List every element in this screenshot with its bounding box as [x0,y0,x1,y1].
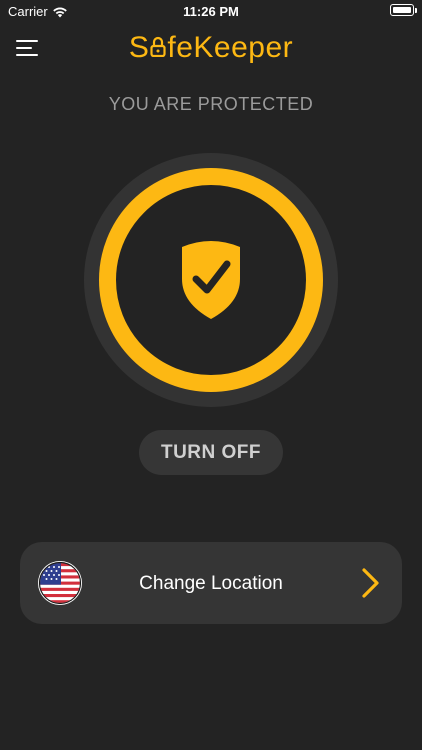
padlock-icon [150,35,166,57]
logo-text-end: feKeeper [167,31,294,64]
change-location-button[interactable]: Change Location [20,542,402,624]
logo-text-start: S [128,31,150,64]
status-time: 11:26 PM [183,4,239,19]
chevron-right-icon [362,568,379,598]
battery-icon [390,4,417,16]
protection-status-text: YOU ARE PROTECTED [108,94,314,114]
status-bar: Carrier 11:26 PM [0,0,422,22]
shield-check-icon [182,241,240,319]
app-logo: S feKeeper [0,31,422,65]
change-location-label: Change Location [139,573,283,594]
protection-toggle-button[interactable] [84,153,338,407]
turn-off-button[interactable]: TURN OFF [139,430,283,475]
